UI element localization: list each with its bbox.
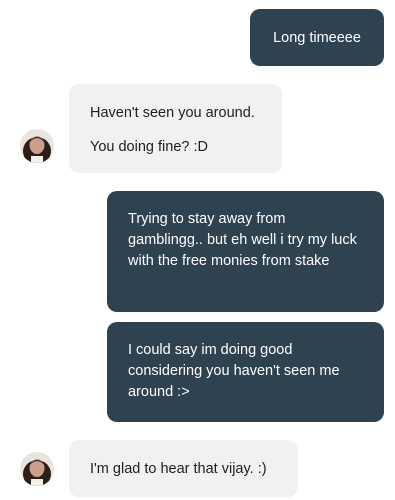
outgoing-message[interactable]: Long timeeee: [250, 9, 384, 66]
contact-avatar[interactable]: [20, 129, 54, 163]
contact-avatar[interactable]: [20, 452, 54, 486]
message-text: Long timeeee: [273, 30, 361, 46]
avatar-photo-icon: [20, 129, 54, 163]
incoming-message[interactable]: Haven't seen you around. You doing fine?…: [69, 84, 282, 173]
message-text: You doing fine? :D: [90, 139, 208, 155]
message-text: I could say im doing good considering yo…: [128, 342, 340, 400]
incoming-message[interactable]: I'm glad to hear that vijay. :): [69, 440, 298, 497]
outgoing-message[interactable]: Trying to stay away from gamblingg.. but…: [107, 191, 384, 312]
message-text: I'm glad to hear that vijay. :): [90, 461, 267, 477]
chat-thread: Long timeeee Haven't seen you around. Yo…: [0, 0, 395, 500]
message-text: Trying to stay away from gamblingg.. but…: [128, 211, 357, 269]
message-text: Haven't seen you around.: [90, 105, 255, 121]
outgoing-message[interactable]: I could say im doing good considering yo…: [107, 322, 384, 422]
avatar-photo-icon: [20, 452, 54, 486]
